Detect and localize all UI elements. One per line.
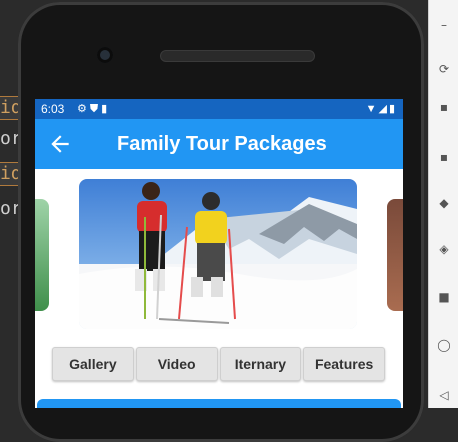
wifi-icon: ▼ xyxy=(365,103,379,115)
back-icon[interactable]: ◁ xyxy=(437,388,451,402)
rotate-icon[interactable]: ⟳ xyxy=(437,62,451,76)
carousel-prev-image[interactable] xyxy=(35,199,49,311)
app-screen: 6:03 ⚙⛊▮ ▼◢▮ Family Tour Packages Galler… xyxy=(35,99,403,408)
erase-icon[interactable]: ◆ xyxy=(437,196,451,210)
volume-down-icon[interactable]: ▪ xyxy=(437,150,451,164)
gear-icon: ⚙ xyxy=(77,103,90,115)
tab-iternary[interactable]: Iternary xyxy=(219,347,302,381)
sd-card-icon: ▮ xyxy=(101,103,111,115)
carousel-next-image[interactable] xyxy=(387,199,403,311)
page-title: Family Tour Packages xyxy=(117,133,327,155)
tab-gallery[interactable]: Gallery xyxy=(52,347,134,381)
package-tabs: Gallery Video Iternary Features xyxy=(52,347,385,381)
zoom-icon[interactable]: ◯ xyxy=(437,338,451,352)
shield-icon: ⛊ xyxy=(89,103,102,115)
front-camera-icon xyxy=(97,47,113,63)
image-carousel[interactable] xyxy=(35,169,403,339)
status-time: 6:03 xyxy=(41,102,65,116)
signal-icon: ◢ xyxy=(378,103,389,115)
arrow-back-icon[interactable] xyxy=(47,131,73,157)
volume-icon[interactable]: ▪ xyxy=(437,100,451,114)
tab-features[interactable]: Features xyxy=(303,347,385,381)
ide-tool-panel: – ⟳ ▪ ▪ ◆ ◈ ■ ◯ ◁ xyxy=(428,0,458,408)
tab-video[interactable]: Video xyxy=(135,347,218,381)
battery-icon: ▮ xyxy=(388,103,397,115)
status-left-icons: ⚙⛊▮ xyxy=(77,99,110,119)
status-right-icons: ▼◢▮ xyxy=(366,99,397,119)
minimize-icon[interactable]: – xyxy=(437,18,451,32)
tag-icon[interactable]: ◈ xyxy=(437,242,451,256)
status-bar: 6:03 ⚙⛊▮ ▼◢▮ xyxy=(35,99,403,119)
tour-photo xyxy=(79,179,357,329)
earpiece-speaker xyxy=(160,50,315,62)
app-bar: Family Tour Packages xyxy=(35,119,403,169)
camera-icon[interactable]: ■ xyxy=(437,290,451,304)
carousel-main-image[interactable] xyxy=(79,179,357,329)
bottom-content-card[interactable] xyxy=(37,399,401,408)
